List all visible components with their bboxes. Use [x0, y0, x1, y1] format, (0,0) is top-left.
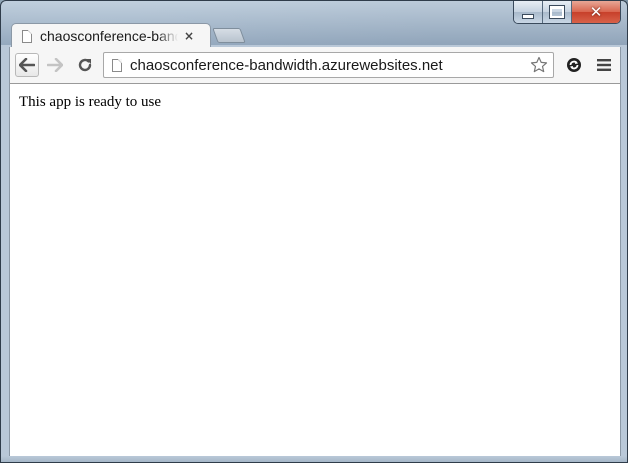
extension-button[interactable]	[562, 53, 586, 77]
tab-strip: chaosconference-bandwidth.azurewebsites.…	[9, 21, 479, 47]
extension-icon	[567, 58, 581, 72]
forward-button[interactable]	[43, 53, 67, 77]
maximize-icon	[549, 5, 565, 19]
page-icon	[112, 58, 122, 72]
toolbar: chaosconference-bandwidth.azurewebsites.…	[9, 47, 621, 83]
bookmark-button[interactable]	[528, 54, 550, 76]
hamburger-menu-icon	[597, 59, 611, 71]
new-tab-button[interactable]	[212, 28, 246, 43]
back-button[interactable]	[15, 53, 39, 77]
back-arrow-icon	[19, 58, 35, 72]
tab-content: chaosconference-bandwidth.azurewebsites.…	[22, 27, 202, 45]
page-body-text: This app is ready to use	[19, 94, 162, 110]
maximize-button[interactable]	[543, 1, 572, 23]
caption-buttons: ✕	[513, 1, 621, 24]
browser-window: ✕ chaosconference-bandwidth.azurewebsite…	[0, 0, 628, 463]
menu-button[interactable]	[592, 53, 616, 77]
star-icon	[530, 56, 548, 73]
close-icon: ✕	[589, 2, 603, 21]
page-content: This app is ready to use	[9, 83, 621, 456]
tab-active[interactable]: chaosconference-bandwidth.azurewebsites.…	[11, 23, 211, 47]
reload-button[interactable]	[73, 53, 97, 77]
address-bar[interactable]: chaosconference-bandwidth.azurewebsites.…	[103, 52, 554, 78]
tab-close-icon[interactable]: ×	[184, 29, 194, 43]
forward-arrow-icon	[47, 58, 63, 72]
minimize-button[interactable]	[514, 1, 543, 23]
url-text[interactable]: chaosconference-bandwidth.azurewebsites.…	[130, 57, 528, 74]
page-icon	[22, 29, 32, 43]
reload-icon	[78, 58, 92, 72]
minimize-icon	[522, 13, 534, 19]
tab-title: chaosconference-bandwidth.azurewebsites.…	[40, 28, 178, 44]
window-bottom-frame	[1, 456, 627, 462]
close-window-button[interactable]: ✕	[572, 1, 620, 23]
